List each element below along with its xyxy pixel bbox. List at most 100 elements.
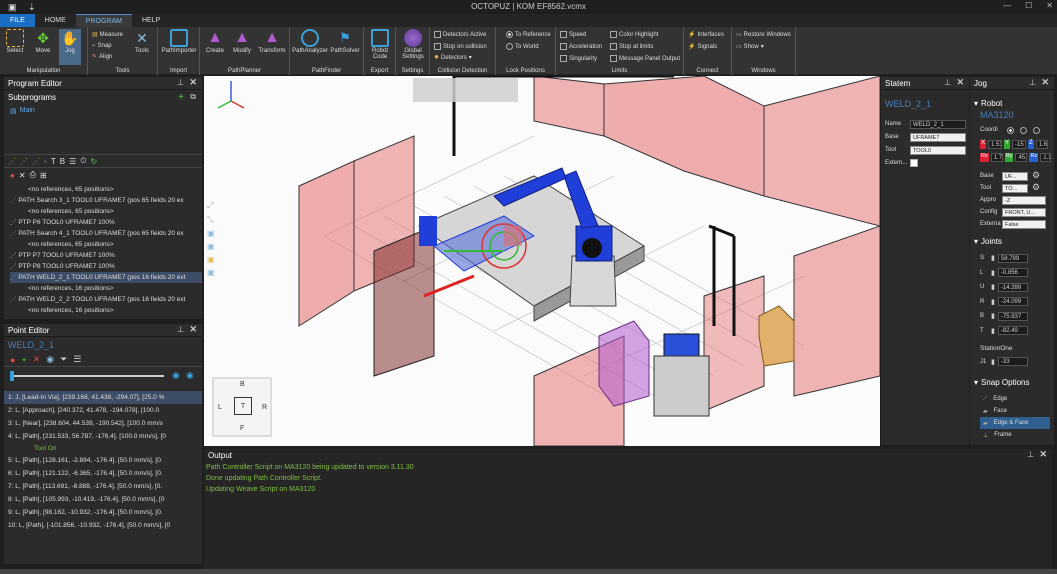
base-select[interactable]: UF... (1002, 172, 1028, 181)
snap-button[interactable]: ⌁ Snap (92, 42, 112, 50)
wait-icon[interactable]: ⏲ (80, 156, 86, 166)
robot-section-header[interactable]: ▾ Robot (974, 99, 1002, 108)
snap-option-frame[interactable]: ⊥ Frame (980, 429, 1050, 441)
config-select[interactable]: FRONT, U... (1002, 208, 1046, 217)
program-line[interactable]: <no references, 65 positions> (10, 206, 202, 217)
align-button[interactable]: ✎ Align (92, 53, 112, 61)
fit-icon[interactable]: ⤢ (207, 201, 221, 211)
tool-select[interactable]: TOOL0 (910, 146, 966, 155)
delete-icon[interactable]: ✕ (19, 171, 26, 180)
bold-icon[interactable]: B (60, 157, 65, 166)
pin-icon[interactable]: ⊥ (177, 325, 184, 334)
program-line[interactable]: ⋰ PATH Search 3_1 TOOL0 UFRAME7 (pos 65 … (10, 195, 202, 206)
pin-icon[interactable]: ⊥ (944, 78, 951, 87)
program-line[interactable]: ⋰ PATH Search 4_1 TOOL0 UFRAME7 (pos 65 … (10, 228, 202, 239)
interfaces-button[interactable]: ⚡ Interfaces (688, 31, 724, 39)
pin-icon[interactable]: ⊥ (1027, 450, 1034, 459)
detectors-active-checkbox[interactable]: Detectors Active (434, 31, 486, 38)
step-icon[interactable]: ◉ (172, 370, 180, 381)
close-icon[interactable]: ✕ (956, 77, 964, 88)
stop-on-collision-checkbox[interactable]: Stop on collision (434, 43, 487, 50)
close-icon[interactable]: ✕ (1046, 1, 1053, 10)
program-line[interactable]: <no references, 16 positions> (10, 305, 202, 316)
joint-value-field[interactable]: -0.856 (997, 268, 1028, 278)
base-select[interactable]: UFRAME7 (910, 133, 966, 142)
joint-slider-icon[interactable]: ▮ (991, 298, 995, 306)
point-slider[interactable]: ◉ ◉ (4, 367, 202, 385)
pin-icon[interactable]: ⊥ (1029, 78, 1036, 87)
point-row[interactable]: 4: L, [Path], [231.533, 56.787, -176.4],… (4, 430, 202, 443)
point-row-selected[interactable]: 1: J, [Lead-In Via], [239.168, 41.438, -… (4, 391, 202, 404)
3d-viewport[interactable]: ⤢ ⤡ ▣ ▣ ▣ ▣ (204, 76, 880, 446)
point-row[interactable]: 8: L, [Path], [105.993, -10.419, -176.4]… (4, 493, 202, 506)
maximize-icon[interactable]: ☐ (1025, 1, 1032, 10)
lin-icon[interactable]: ⋰ (20, 157, 28, 166)
close-icon[interactable]: ✕ (1041, 77, 1049, 88)
create-button[interactable]: ▲ Create (204, 29, 226, 54)
view-icon[interactable]: ▣ (207, 268, 221, 277)
path-solver-button[interactable]: ⚑ PathSolver (328, 29, 362, 54)
tool-select[interactable]: TO... (1002, 184, 1028, 193)
joint-slider-icon[interactable]: ▮ (991, 269, 995, 277)
view-icon[interactable]: ▣ (207, 229, 221, 238)
joint-slider-icon[interactable]: ▮ (991, 358, 995, 366)
signals-button[interactable]: ⚡ Signals (688, 43, 717, 51)
coord-radio-tool[interactable] (1033, 127, 1040, 134)
view-cube-front[interactable]: F (240, 425, 244, 432)
program-line[interactable]: <no references, 65 positions> (10, 184, 202, 195)
joints-section-header[interactable]: ▾ Joints (974, 237, 1002, 246)
set-tool-icon[interactable]: T (51, 157, 56, 166)
external-select[interactable]: False (1002, 220, 1046, 229)
joint-slider-icon[interactable]: ▮ (991, 312, 995, 320)
print-icon[interactable]: ⎙ (30, 170, 36, 180)
view-cube-top[interactable]: T (234, 397, 252, 415)
view-cube-right[interactable]: R (262, 404, 267, 411)
message-panel-output-checkbox[interactable]: Message Panel Output (610, 55, 680, 62)
point-row[interactable]: 2: L, [Approach], [240.372, 41.478, -194… (4, 404, 202, 417)
tools-button[interactable]: ✕ Tools (130, 29, 154, 54)
approach-select[interactable]: -Z (1002, 196, 1046, 205)
zoom-icon[interactable]: ⤡ (207, 215, 221, 225)
subprogram-main[interactable]: ▤ Main (10, 107, 202, 115)
point-row[interactable]: 10: L, [Path], [-101.856, -10.932, -176.… (4, 519, 202, 532)
view-cube-left[interactable]: L (218, 404, 222, 411)
tab-help[interactable]: HELP (132, 14, 170, 27)
remove-point-icon[interactable]: ✕ (33, 354, 41, 365)
program-line[interactable]: <no references, 16 positions> (10, 283, 202, 294)
snap-option-face[interactable]: ▰ Face (980, 405, 1050, 417)
extern-checkbox[interactable] (910, 159, 918, 167)
snap-options-header[interactable]: ▾ Snap Options (974, 378, 1030, 387)
coord-radio-world[interactable] (1007, 127, 1014, 134)
add-point-icon[interactable]: + (21, 355, 26, 365)
to-reference-radio[interactable]: To Reference (506, 31, 551, 38)
path-importer-button[interactable]: PathImporter (160, 29, 198, 54)
tab-file[interactable]: FILE (0, 14, 35, 27)
joint-slider-icon[interactable]: ▮ (991, 327, 995, 335)
record-icon[interactable]: ● (10, 355, 15, 365)
to-world-radio[interactable]: To World (506, 43, 539, 50)
ry-field[interactable]: 45. (1015, 153, 1028, 162)
rz-field[interactable]: 1.19 (1040, 153, 1052, 162)
list-icon[interactable]: ☰ (73, 354, 81, 365)
close-icon[interactable]: ✕ (189, 77, 197, 88)
minimize-icon[interactable]: — (1003, 1, 1011, 10)
gear-icon[interactable]: ⚙ (1032, 170, 1040, 181)
program-line[interactable]: ⋰ PTP P7 TOOL0 UFRAME7 100% (10, 250, 202, 261)
play-icon[interactable]: ◉ (186, 370, 194, 381)
program-line-selected[interactable]: ⋰ PATH WELD_2_1 TOOL0 UFRAME7 (pos 16 fi… (10, 272, 202, 283)
move-button[interactable]: ✥ Move (32, 29, 54, 54)
slider-thumb[interactable] (10, 371, 14, 381)
view-cube-back[interactable]: B (240, 381, 245, 388)
joint-slider-icon[interactable]: ▮ (991, 254, 995, 262)
point-row[interactable]: 7: L, [Path], [113.691, -8.888, -176.4],… (4, 480, 202, 493)
joint-value-field[interactable]: -14.399 (997, 282, 1028, 292)
gear-icon[interactable]: ⚙ (1032, 182, 1040, 193)
coord-radio-base[interactable] (1020, 127, 1027, 134)
x-field[interactable]: 1.53 (988, 140, 1003, 149)
global-settings-button[interactable]: Global Settings (398, 29, 428, 60)
z-field[interactable]: 1.64 (1035, 140, 1048, 149)
transform-button[interactable]: ▲ Transform (256, 29, 288, 54)
expand-icon[interactable]: ⊞ (40, 171, 47, 180)
show-dropdown[interactable]: ▭ Show ▾ (736, 43, 764, 51)
program-line[interactable]: ⋰ PTP P6 TOOL0 UFRAME7 100% (10, 217, 202, 228)
